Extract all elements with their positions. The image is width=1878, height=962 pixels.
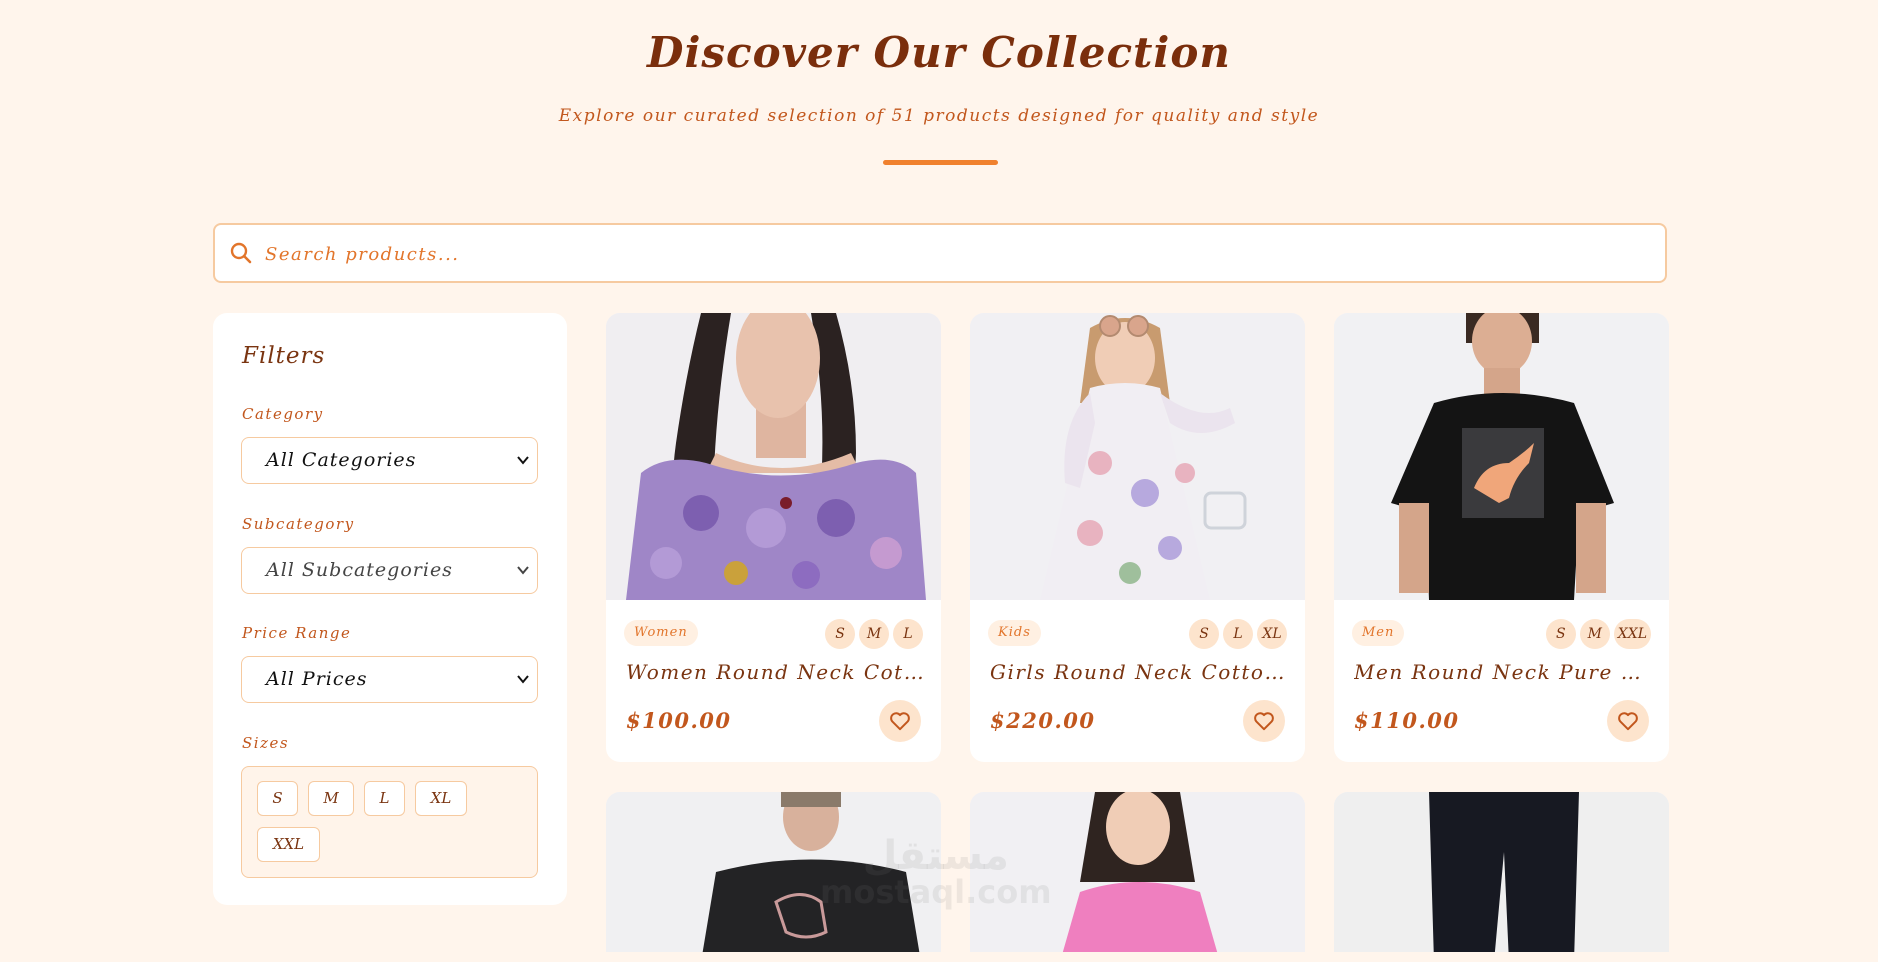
product-card[interactable] xyxy=(1334,792,1669,952)
price-range-label: Price Range xyxy=(242,624,352,642)
page-subtitle: Explore our curated selection of 51 prod… xyxy=(558,106,1320,126)
filters-title: Filters xyxy=(242,343,326,369)
search-icon xyxy=(230,242,252,264)
watermark: مستقل mostaql.com xyxy=(820,836,1052,908)
size-tag: XXL xyxy=(1613,619,1651,649)
size-tag: L xyxy=(893,619,923,649)
wishlist-button[interactable] xyxy=(1607,700,1649,742)
product-name[interactable]: Girls Round Neck Cotton Top xyxy=(990,660,1290,684)
product-card[interactable]: Women S M L Women Round Neck Cotton Top … xyxy=(606,313,941,762)
size-tag: M xyxy=(859,619,889,649)
subcategory-label: Subcategory xyxy=(242,515,355,533)
chevron-down-icon xyxy=(517,456,529,465)
search-bar[interactable] xyxy=(213,223,1667,283)
product-image[interactable] xyxy=(1334,792,1669,952)
heart-icon xyxy=(1254,712,1274,731)
watermark-arabic: مستقل xyxy=(862,833,1009,879)
category-badge: Kids xyxy=(988,620,1041,646)
size-chip-m[interactable]: M xyxy=(308,781,354,816)
product-image[interactable] xyxy=(970,313,1305,600)
category-badge: Women xyxy=(624,620,698,646)
price-range-select[interactable]: All Prices xyxy=(241,656,538,703)
product-image[interactable] xyxy=(1334,313,1669,600)
subcategory-select[interactable]: All Subcategories xyxy=(241,547,538,594)
title-underline xyxy=(883,160,998,165)
size-chip-s[interactable]: S xyxy=(257,781,298,816)
filters-panel: Filters Category All Categories Subcateg… xyxy=(213,313,567,905)
heart-icon xyxy=(890,712,910,731)
category-badge: Men xyxy=(1352,620,1405,646)
wishlist-button[interactable] xyxy=(1243,700,1285,742)
page-title: Discover Our Collection xyxy=(647,28,1231,77)
product-card[interactable]: Men S M XXL Men Round Neck Pure Cotton… … xyxy=(1334,313,1669,762)
size-chip-l[interactable]: L xyxy=(364,781,405,816)
product-price: $110.00 xyxy=(1354,708,1460,733)
subcategory-select-value: All Subcategories xyxy=(266,559,453,581)
sizes-label: Sizes xyxy=(242,734,290,752)
size-tag: XL xyxy=(1257,619,1287,649)
product-price: $220.00 xyxy=(990,708,1096,733)
size-tag: S xyxy=(825,619,855,649)
chevron-down-icon xyxy=(517,566,529,575)
heart-icon xyxy=(1618,712,1638,731)
product-name[interactable]: Women Round Neck Cotton Top xyxy=(626,660,926,684)
product-card[interactable]: Kids S L XL Girls Round Neck Cotton Top … xyxy=(970,313,1305,762)
search-input[interactable] xyxy=(263,235,1647,273)
category-label: Category xyxy=(242,405,324,423)
category-select[interactable]: All Categories xyxy=(241,437,538,484)
size-chip-xl[interactable]: XL xyxy=(415,781,467,816)
product-name[interactable]: Men Round Neck Pure Cotton… xyxy=(1354,660,1654,684)
product-sizes: S L XL xyxy=(1189,619,1287,649)
product-sizes: S M L xyxy=(825,619,923,649)
sizes-filter-box: S M L XL XXL xyxy=(241,766,538,878)
product-image[interactable] xyxy=(606,313,941,600)
size-tag: S xyxy=(1189,619,1219,649)
size-tag: L xyxy=(1223,619,1253,649)
size-tag: M xyxy=(1579,619,1610,649)
size-tag: S xyxy=(1545,619,1576,649)
category-select-value: All Categories xyxy=(266,449,417,471)
chevron-down-icon xyxy=(517,675,529,684)
product-sizes: S M XXL xyxy=(1545,619,1651,649)
price-range-select-value: All Prices xyxy=(266,668,368,690)
watermark-latin: mostaql.com xyxy=(820,873,1052,911)
product-price: $100.00 xyxy=(626,708,732,733)
wishlist-button[interactable] xyxy=(879,700,921,742)
size-chip-xxl[interactable]: XXL xyxy=(257,827,320,862)
